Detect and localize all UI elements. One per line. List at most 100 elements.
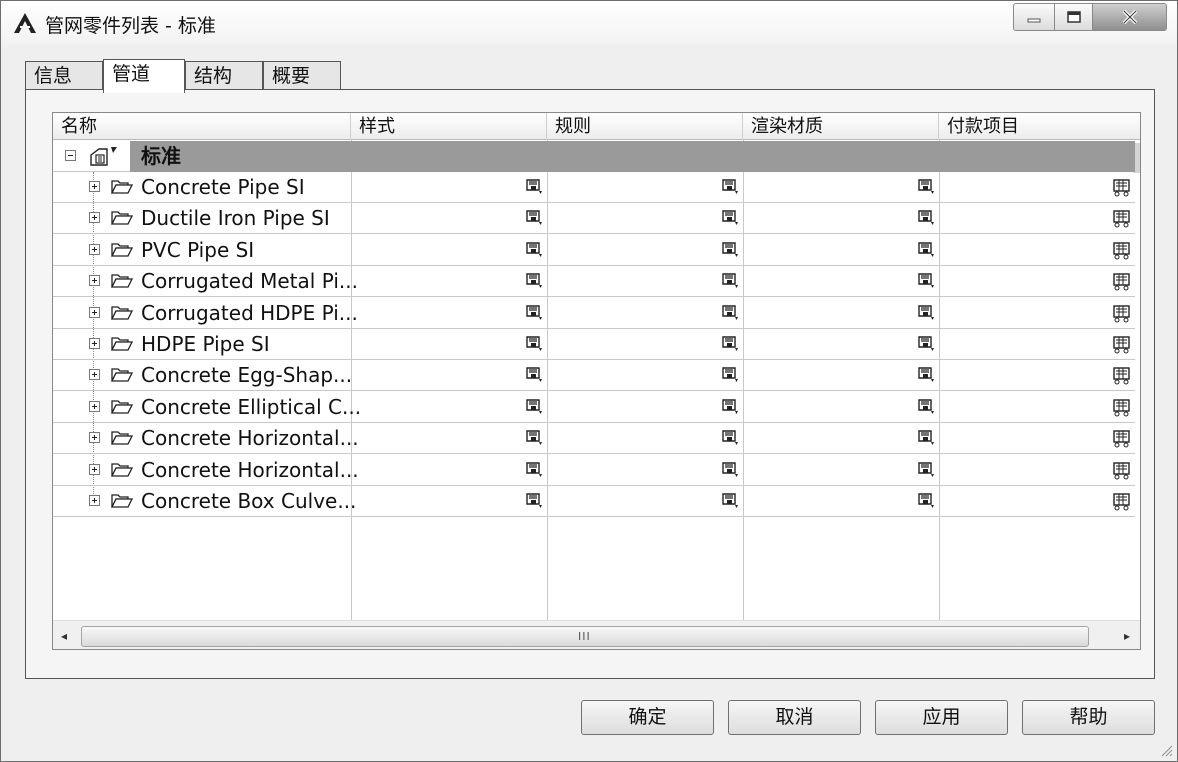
table-row[interactable]: Corrugated Metal Pi... bbox=[53, 266, 1135, 298]
resize-grip-icon[interactable] bbox=[1159, 743, 1173, 757]
style-picker-icon[interactable] bbox=[525, 335, 545, 354]
style-picker-icon[interactable] bbox=[917, 429, 937, 448]
tab-summary[interactable]: 概要 bbox=[263, 61, 341, 91]
column-header-render-material[interactable]: 渲染材质 bbox=[743, 113, 939, 140]
table-row[interactable]: PVC Pipe SI bbox=[53, 235, 1135, 266]
pay-item-icon[interactable] bbox=[1112, 429, 1132, 448]
expand-plus-icon[interactable] bbox=[89, 400, 100, 412]
ok-button[interactable]: 确定 bbox=[581, 700, 714, 735]
expand-plus-icon[interactable] bbox=[89, 463, 100, 475]
column-header-pay-item[interactable]: 付款项目 bbox=[939, 113, 1140, 140]
style-picker-icon[interactable] bbox=[721, 492, 741, 511]
expand-plus-icon[interactable] bbox=[89, 495, 100, 506]
style-picker-icon[interactable] bbox=[917, 461, 937, 480]
expand-plus-icon[interactable] bbox=[89, 212, 100, 224]
tree-root-row[interactable]: 标准 bbox=[53, 141, 1135, 172]
maximize-button[interactable] bbox=[1055, 3, 1093, 31]
style-picker-icon[interactable] bbox=[917, 398, 937, 417]
table-row[interactable]: Concrete Horizontal... bbox=[53, 455, 1135, 486]
open-folder-icon bbox=[111, 305, 133, 320]
style-picker-icon[interactable] bbox=[525, 241, 545, 260]
column-header-rules[interactable]: 规则 bbox=[547, 113, 743, 140]
style-picker-icon[interactable] bbox=[525, 492, 545, 511]
column-header-style[interactable]: 样式 bbox=[351, 113, 547, 140]
tab-info-label: 信息 bbox=[34, 65, 73, 87]
expand-plus-icon[interactable] bbox=[89, 275, 100, 287]
style-picker-icon[interactable] bbox=[721, 461, 741, 480]
table-row[interactable]: Concrete Elliptical C... bbox=[53, 392, 1135, 423]
style-picker-icon[interactable] bbox=[525, 178, 545, 197]
open-folder-icon bbox=[111, 494, 133, 508]
table-row[interactable]: Concrete Pipe SI bbox=[53, 172, 1135, 203]
pay-item-icon[interactable] bbox=[1112, 241, 1132, 260]
expand-plus-icon[interactable] bbox=[89, 338, 100, 349]
tab-info[interactable]: 信息 bbox=[25, 61, 103, 91]
style-picker-icon[interactable] bbox=[525, 272, 545, 291]
column-header-name[interactable]: 名称 bbox=[53, 113, 351, 140]
table-row[interactable]: HDPE Pipe SI bbox=[53, 329, 1135, 360]
pay-item-icon[interactable] bbox=[1112, 178, 1132, 197]
style-picker-icon[interactable] bbox=[721, 366, 741, 385]
style-picker-icon[interactable] bbox=[917, 335, 937, 354]
style-picker-icon[interactable] bbox=[525, 304, 545, 323]
pay-item-icon[interactable] bbox=[1112, 272, 1132, 291]
part-name-label: Ductile Iron Pipe SI bbox=[141, 206, 330, 231]
table-row[interactable]: Concrete Box Culve... bbox=[53, 486, 1135, 517]
expand-plus-icon[interactable] bbox=[89, 369, 100, 381]
style-picker-icon[interactable] bbox=[917, 304, 937, 323]
style-picker-icon[interactable] bbox=[917, 178, 937, 197]
expand-plus-icon[interactable] bbox=[89, 306, 100, 318]
collapse-icon[interactable] bbox=[65, 150, 76, 161]
table-row[interactable]: Corrugated HDPE Pi... bbox=[53, 298, 1135, 329]
style-picker-icon[interactable] bbox=[525, 461, 545, 480]
style-picker-icon[interactable] bbox=[721, 209, 741, 228]
style-picker-icon[interactable] bbox=[721, 272, 741, 291]
help-button[interactable]: 帮助 bbox=[1022, 700, 1155, 735]
style-picker-icon[interactable] bbox=[525, 209, 545, 228]
window-title: 管网零件列表 - 标准 bbox=[45, 15, 216, 37]
open-folder-icon bbox=[111, 431, 133, 445]
apply-button[interactable]: 应用 bbox=[875, 700, 1008, 735]
expand-plus-icon[interactable] bbox=[89, 181, 100, 192]
horizontal-scrollbar[interactable]: ◂ III ▸ bbox=[53, 620, 1140, 649]
table-row[interactable]: Ductile Iron Pipe SI bbox=[53, 203, 1135, 235]
scroll-left-arrow-icon[interactable]: ◂ bbox=[57, 629, 71, 643]
style-picker-icon[interactable] bbox=[721, 304, 741, 323]
style-picker-icon[interactable] bbox=[917, 241, 937, 260]
style-picker-icon[interactable] bbox=[917, 272, 937, 291]
style-picker-icon[interactable] bbox=[525, 366, 545, 385]
cancel-button[interactable]: 取消 bbox=[728, 700, 861, 735]
pay-item-icon[interactable] bbox=[1112, 335, 1132, 354]
style-picker-icon[interactable] bbox=[917, 209, 937, 228]
style-picker-icon[interactable] bbox=[721, 178, 741, 197]
column-header-row: 名称 样式 规则 渲染材质 付款项目 bbox=[53, 113, 1140, 140]
style-picker-icon[interactable] bbox=[525, 398, 545, 417]
expand-plus-icon[interactable] bbox=[89, 432, 100, 444]
tab-pipes[interactable]: 管道 bbox=[103, 59, 185, 93]
table-row[interactable]: Concrete Horizontal... bbox=[53, 423, 1135, 455]
open-folder-icon bbox=[111, 400, 133, 414]
horizontal-scroll-thumb[interactable]: III bbox=[81, 626, 1089, 647]
parts-tree-grid[interactable]: 名称 样式 规则 渲染材质 付款项目 标准 Concrete Pipe SI D… bbox=[52, 112, 1141, 650]
style-picker-icon[interactable] bbox=[525, 429, 545, 448]
minimize-button[interactable] bbox=[1013, 3, 1055, 31]
tab-structures[interactable]: 结构 bbox=[185, 61, 263, 91]
style-picker-icon[interactable] bbox=[721, 429, 741, 448]
pay-item-icon[interactable] bbox=[1112, 366, 1132, 385]
scroll-right-arrow-icon[interactable]: ▸ bbox=[1120, 629, 1134, 643]
table-row[interactable]: Concrete Egg-Shap... bbox=[53, 360, 1135, 392]
pay-item-icon[interactable] bbox=[1112, 492, 1132, 511]
pay-item-icon[interactable] bbox=[1112, 461, 1132, 480]
pay-item-icon[interactable] bbox=[1112, 304, 1132, 323]
style-picker-icon[interactable] bbox=[917, 492, 937, 511]
style-picker-icon[interactable] bbox=[721, 398, 741, 417]
part-name-label: Concrete Egg-Shap... bbox=[141, 363, 353, 388]
expand-plus-icon[interactable] bbox=[89, 243, 100, 255]
style-picker-icon[interactable] bbox=[917, 366, 937, 385]
style-picker-icon[interactable] bbox=[721, 335, 741, 354]
close-icon bbox=[1122, 9, 1137, 25]
close-button[interactable] bbox=[1093, 3, 1167, 31]
pay-item-icon[interactable] bbox=[1112, 209, 1132, 228]
style-picker-icon[interactable] bbox=[721, 241, 741, 260]
pay-item-icon[interactable] bbox=[1112, 398, 1132, 417]
